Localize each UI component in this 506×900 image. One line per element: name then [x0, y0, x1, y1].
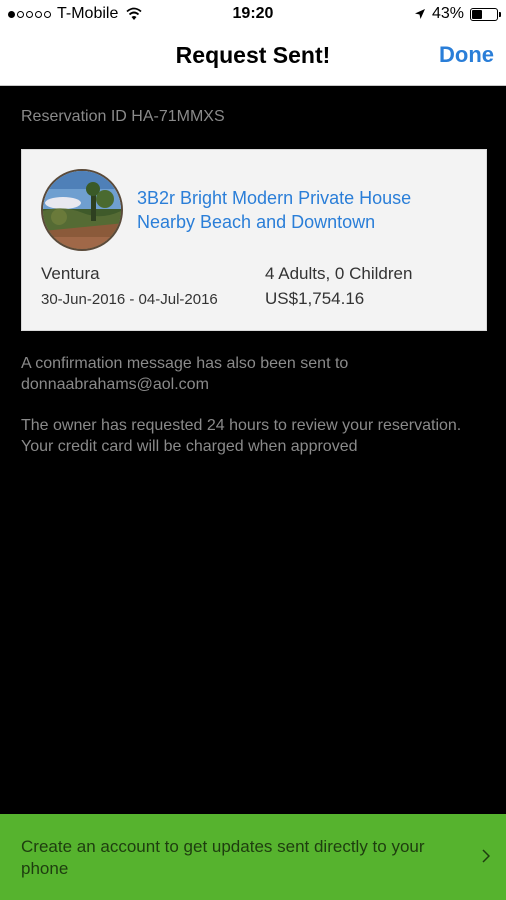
confirmation-message: A confirmation message has also been sen…	[21, 355, 349, 393]
status-bar: T-Mobile 19:20 43%	[0, 0, 506, 30]
location-arrow-icon	[414, 9, 425, 19]
create-account-banner[interactable]: Create an account to get updates sent di…	[0, 814, 506, 900]
create-account-text: Create an account to get updates sent di…	[21, 837, 425, 878]
property-photo	[41, 169, 123, 251]
listing-title-link[interactable]: 3B2r Bright Modern Private House Nearby …	[137, 186, 467, 234]
stay-dates: 30-Jun-2016 - 04-Jul-2016	[41, 291, 218, 308]
review-message: The owner has requested 24 hours to revi…	[21, 417, 462, 455]
status-right: 43%	[414, 5, 501, 23]
reservation-id: Reservation ID HA-71MMXS	[21, 108, 225, 125]
listing-location: Ventura	[41, 264, 100, 283]
page-title: Request Sent!	[175, 42, 331, 68]
battery-icon	[470, 7, 501, 21]
guest-count: 4 Adults, 0 Children	[265, 264, 413, 283]
chevron-right-icon	[482, 849, 490, 863]
battery-percent: 43%	[431, 5, 464, 22]
navigation-bar: Request Sent! Done	[0, 30, 506, 86]
reservation-card: 3B2r Bright Modern Private House Nearby …	[21, 149, 487, 331]
total-price: US$1,754.16	[265, 289, 365, 308]
done-button[interactable]: Done	[439, 42, 494, 68]
